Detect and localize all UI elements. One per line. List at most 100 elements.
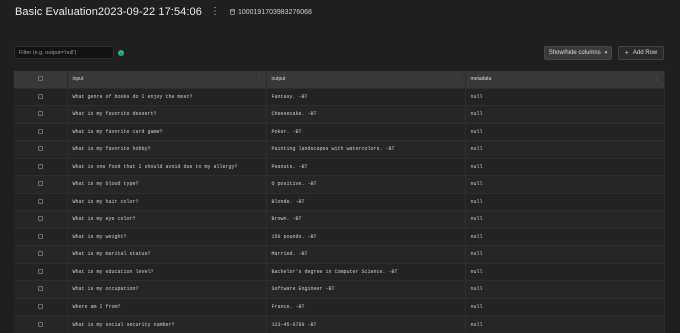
metadata-cell[interactable]: null (465, 297, 665, 316)
input-cell[interactable]: What is my hair color? (67, 192, 267, 211)
table-row[interactable]: What is one food that I should avoid due… (14, 157, 665, 176)
input-cell[interactable]: What genre of books do I enjoy the most? (67, 87, 267, 106)
input-cell[interactable]: What is my favorite dessert? (67, 105, 267, 123)
metadata-cell[interactable]: null (465, 157, 665, 176)
output-cell[interactable]: 150 pounds. -BT (266, 227, 466, 246)
output-cell[interactable]: Software Engineer -BT (266, 280, 466, 298)
column-menu-icon[interactable]: ⋮ (655, 76, 660, 82)
caret-down-icon: ▾ (604, 50, 608, 56)
input-cell[interactable]: What is my favorite hobby? (67, 140, 267, 158)
output-cell[interactable]: Married. -BT (266, 245, 466, 263)
record-id-text: 1000191703983276068 (237, 8, 312, 16)
table-row[interactable]: Where am I from? France. -BT null (14, 297, 665, 316)
table-row[interactable]: What is my hair color? Blonde. -BT null (14, 192, 665, 211)
table-row[interactable]: What is my marital status? Married. -BT nu… (14, 245, 665, 263)
input-cell[interactable]: What is one food that I should avoid due… (67, 157, 267, 176)
output-cell[interactable]: France. -BT (266, 297, 466, 316)
row-checkbox[interactable] (37, 163, 43, 169)
title-menu-icon[interactable]: ⋮ (210, 7, 220, 17)
table-row[interactable]: What is my favorite hobby? Painting lands… (14, 140, 665, 158)
input-cell[interactable]: What is my marital status? (67, 245, 267, 263)
row-checkbox[interactable] (37, 111, 43, 117)
row-checkbox[interactable] (37, 146, 43, 152)
output-cell[interactable]: Cheesecake. -BT (266, 105, 466, 123)
filter-input[interactable] (14, 46, 114, 59)
column-header-metadata[interactable]: metadata ⋮ (465, 71, 665, 88)
table-row[interactable]: What is my favorite card game? Poker. -BT… (14, 122, 665, 141)
row-select-cell (14, 87, 68, 106)
column-menu-icon[interactable]: ⋮ (257, 76, 262, 82)
row-checkbox[interactable] (37, 268, 43, 274)
output-cell[interactable]: Blonde. -BT (266, 192, 466, 211)
input-cell[interactable]: What is my occupation? (67, 280, 267, 298)
page-header: Basic Evaluation2023-09-22 17:54:06 ⋮ 10… (15, 5, 312, 19)
input-cell[interactable]: What is my social security number? (67, 315, 267, 333)
input-cell[interactable]: What is my eye color? (67, 210, 267, 228)
row-select-cell (14, 262, 68, 281)
table-row[interactable]: What is my occupation? Software Engineer … (14, 280, 665, 298)
select-all-checkbox[interactable] (37, 76, 43, 82)
info-icon[interactable]: i (118, 50, 124, 56)
row-checkbox[interactable] (37, 303, 43, 309)
row-select-cell (14, 280, 68, 298)
show-hide-columns-button[interactable]: Show/hide columns ▾ (544, 46, 612, 60)
row-checkbox[interactable] (37, 286, 43, 292)
metadata-cell[interactable]: null (465, 140, 665, 158)
metadata-cell[interactable]: null (465, 192, 665, 211)
table-row[interactable]: What is my eye color? Brown. -BT null (14, 210, 665, 228)
metadata-cell[interactable]: null (465, 280, 665, 298)
metadata-cell[interactable]: null (465, 87, 665, 106)
metadata-cell[interactable]: null (465, 105, 665, 123)
row-checkbox[interactable] (37, 251, 43, 257)
output-cell[interactable]: Fantasy. -BT (266, 87, 466, 106)
output-cell[interactable]: Peanuts. -BT (266, 157, 466, 176)
row-select-cell (14, 175, 68, 193)
column-header-input[interactable]: input ⋮ (67, 71, 267, 88)
row-select-cell (14, 192, 68, 211)
row-checkbox[interactable] (37, 198, 43, 204)
row-select-cell (14, 140, 68, 158)
column-header-output[interactable]: output ⋮ (266, 71, 466, 88)
table-row[interactable]: What is my social security number? 123-45… (14, 315, 665, 333)
metadata-cell[interactable]: null (465, 210, 665, 228)
add-row-button[interactable]: + Add Row (618, 46, 664, 60)
input-cell[interactable]: What is my weight? (67, 227, 267, 246)
output-cell[interactable]: 123-45-6789 -BT (266, 315, 466, 333)
table-row[interactable]: What is my weight? 150 pounds. -BT null (14, 227, 665, 246)
output-cell[interactable]: Bachelor's degree in Computer Science. -… (266, 262, 466, 281)
output-cell[interactable]: Poker. -BT (266, 122, 466, 141)
row-checkbox[interactable] (37, 216, 43, 222)
table-row[interactable]: What is my education level? Bachelor's de… (14, 262, 665, 281)
data-table: input ⋮ output ⋮ metadata ⋮ What genre of b… (14, 71, 665, 333)
database-icon (230, 9, 235, 15)
metadata-cell[interactable]: null (465, 122, 665, 141)
show-hide-columns-label: Show/hide columns (548, 50, 601, 56)
input-cell[interactable]: What is my favorite card game? (67, 122, 267, 141)
metadata-cell[interactable]: null (465, 262, 665, 281)
table-row[interactable]: What is my blood type? O positive. -BT nul… (14, 175, 665, 193)
output-cell[interactable]: Painting landscapes with watercolors. -B… (266, 140, 466, 158)
output-cell[interactable]: O positive. -BT (266, 175, 466, 193)
metadata-cell[interactable]: null (465, 245, 665, 263)
input-cell[interactable]: What is my education level? (67, 262, 267, 281)
row-checkbox[interactable] (37, 128, 43, 134)
table-row[interactable]: What is my favorite dessert? Cheesecake. … (14, 105, 665, 123)
row-select-cell (14, 122, 68, 141)
row-checkbox[interactable] (37, 321, 43, 327)
row-checkbox[interactable] (37, 93, 43, 99)
page-title: Basic Evaluation2023-09-22 17:54:06 (15, 6, 202, 18)
column-menu-icon[interactable]: ⋮ (456, 76, 461, 82)
table-row[interactable]: What genre of books do I enjoy the most?… (14, 87, 665, 106)
metadata-cell[interactable]: null (465, 175, 665, 193)
record-id: 1000191703983276068 (230, 9, 312, 16)
row-select-cell (14, 315, 68, 333)
input-cell[interactable]: What is my blood type? (67, 175, 267, 193)
output-cell[interactable]: Brown. -BT (266, 210, 466, 228)
metadata-cell[interactable]: null (465, 227, 665, 246)
input-cell[interactable]: Where am I from? (67, 297, 267, 316)
row-checkbox[interactable] (37, 233, 43, 239)
row-checkbox[interactable] (37, 181, 43, 187)
metadata-cell[interactable]: null (465, 315, 665, 333)
row-select-cell (14, 227, 68, 246)
select-all-cell (14, 71, 68, 88)
